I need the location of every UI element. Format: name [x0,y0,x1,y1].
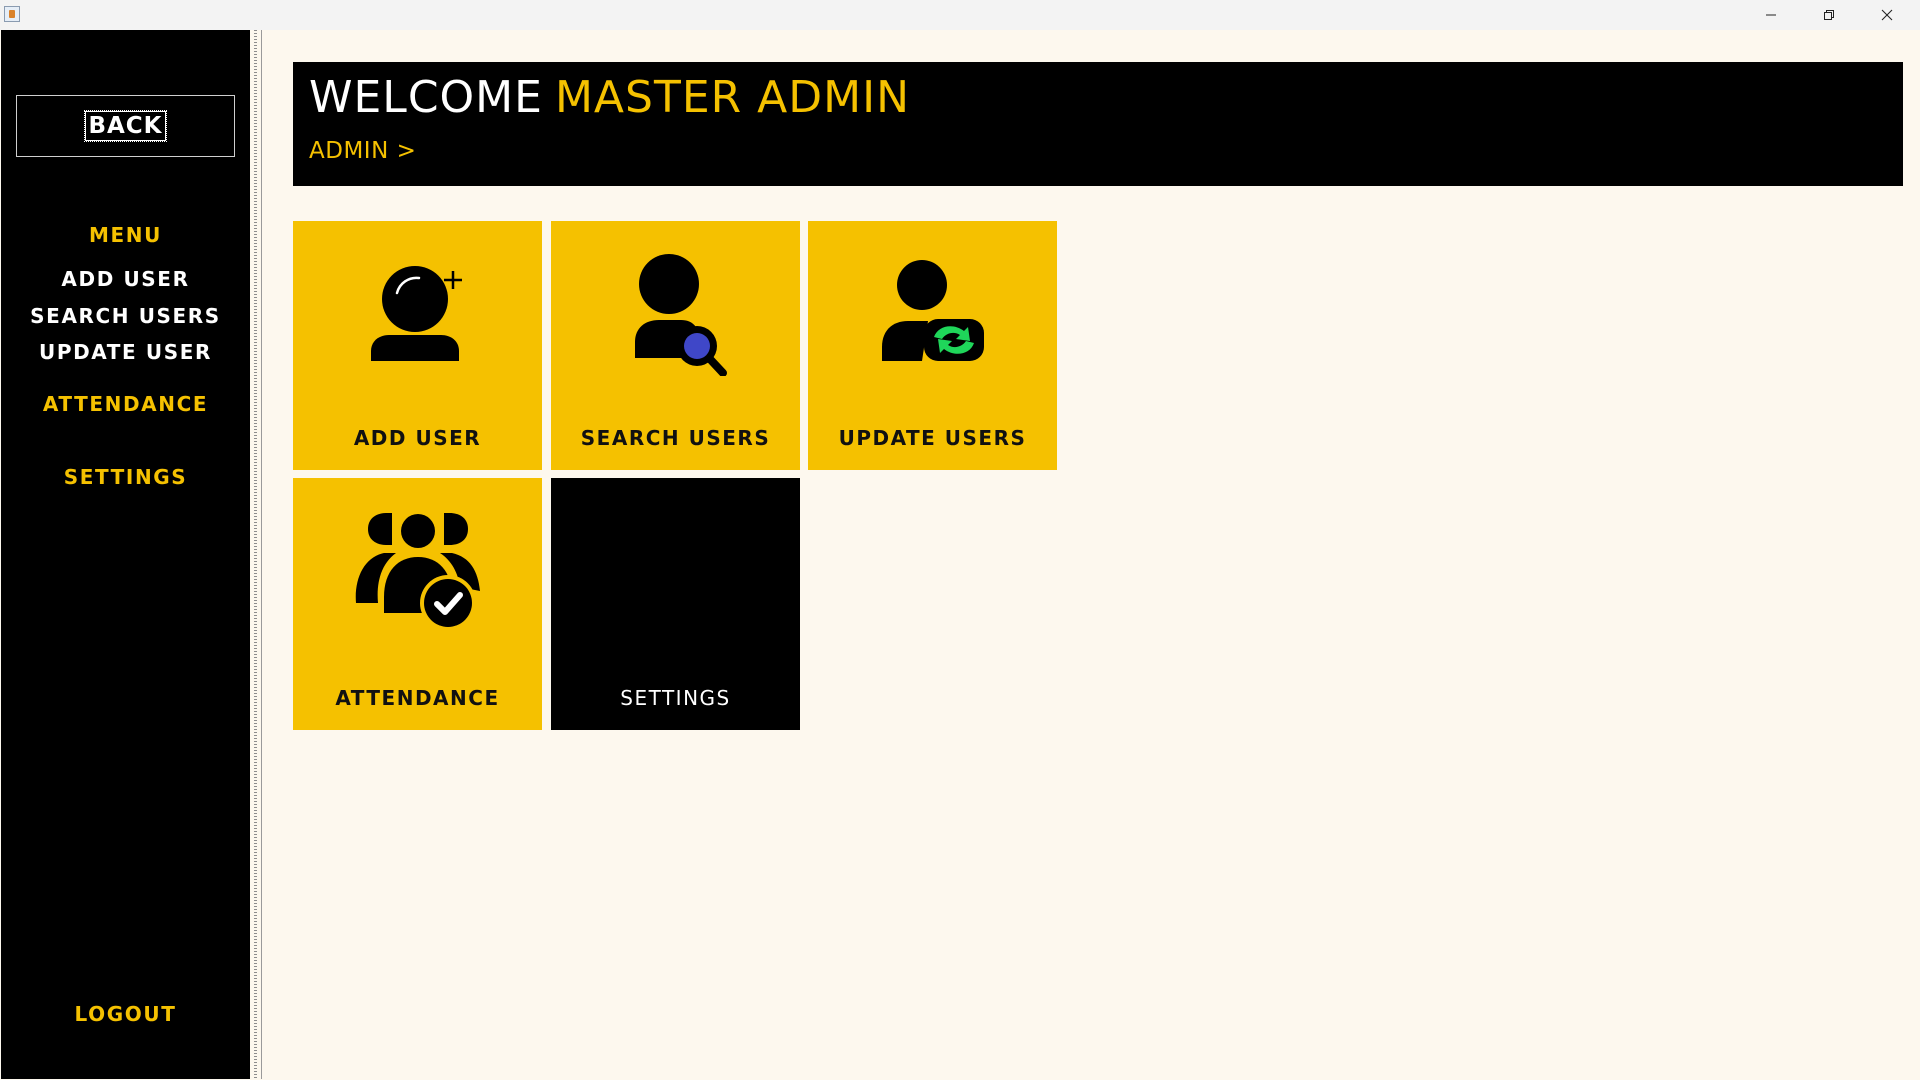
minimize-button[interactable] [1742,0,1800,30]
menu-heading: MENU [89,223,162,247]
user-name: MASTER ADMIN [554,72,911,123]
window-titlebar [0,0,1920,30]
sidebar-item-attendance[interactable]: ATTENDANCE [1,392,250,416]
restore-icon [1824,10,1834,20]
logout-button[interactable]: LOGOUT [1,1002,250,1026]
close-button[interactable] [1858,0,1916,30]
sidebar-item-add-user[interactable]: ADD USER [1,267,250,291]
breadcrumb: ADMIN > [309,138,417,164]
search-users-tile-label: SEARCH USERS [580,426,771,450]
restore-button[interactable] [1800,0,1858,30]
search-users-icon [634,254,727,376]
sidebar-item-search-users[interactable]: SEARCH USERS [1,304,250,328]
update-users-tile[interactable]: UPDATE USERS [808,221,1057,470]
welcome-banner: WELCOME MASTER ADMIN ADMIN > [293,62,1903,186]
app-window: BACK MENU ADD USER SEARCH USERS UPDATE U… [0,30,1920,1080]
sidebar-item-update-user[interactable]: UPDATE USER [1,340,250,364]
minimize-icon [1766,14,1776,16]
search-users-tile[interactable]: SEARCH USERS [551,221,800,470]
split-pane-divider[interactable] [250,30,262,1079]
java-app-icon [4,6,20,22]
back-button-label: BACK [84,110,167,142]
welcome-text: WELCOME [309,72,543,123]
page-title: WELCOME MASTER ADMIN [309,72,910,123]
update-users-icon [881,260,984,361]
attendance-icon [355,513,480,631]
attendance-tile[interactable]: ATTENDANCE [293,478,542,730]
add-user-tile-label: ADD USER [353,426,482,450]
add-user-icon [370,266,462,361]
settings-tile[interactable]: SETTINGS [551,478,800,730]
close-icon [1881,9,1893,21]
back-button[interactable]: BACK [16,95,235,157]
update-users-tile-label: UPDATE USERS [838,426,1027,450]
attendance-tile-label: ATTENDANCE [335,686,500,710]
settings-tile-label: SETTINGS [620,686,731,710]
add-user-tile[interactable]: ADD USER [293,221,542,470]
sidebar: BACK MENU ADD USER SEARCH USERS UPDATE U… [1,30,250,1079]
sidebar-item-settings[interactable]: SETTINGS [1,465,250,489]
